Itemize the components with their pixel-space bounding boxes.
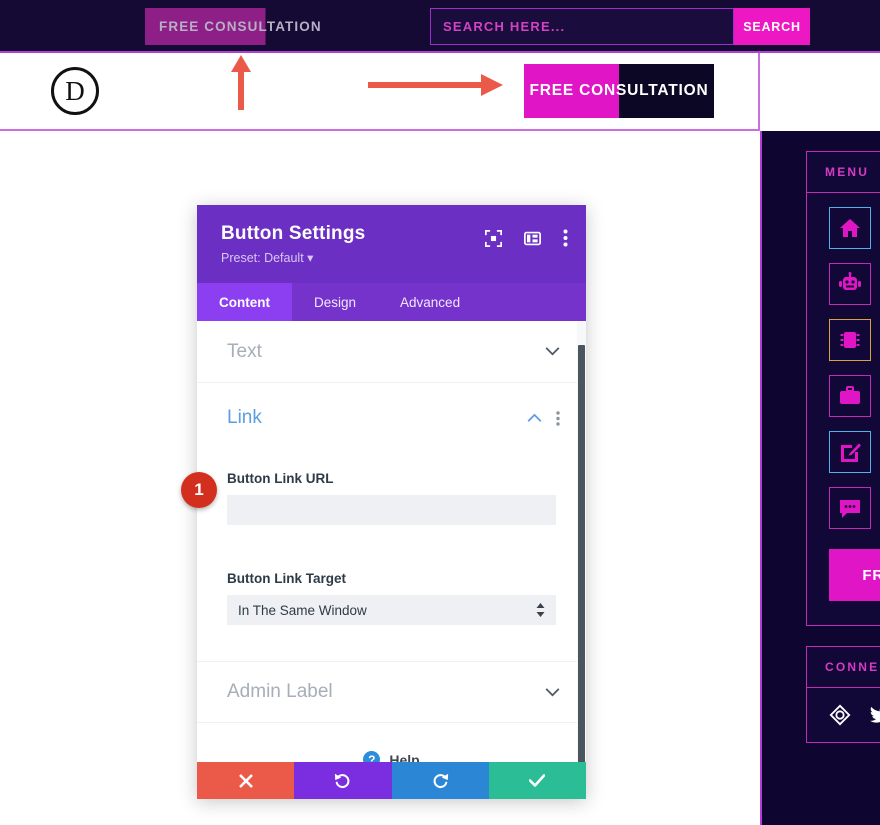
modal-scrollbar-thumb[interactable] bbox=[578, 345, 585, 762]
sidebar-connect-panel: CONNECT bbox=[806, 646, 880, 743]
section-text-label: Text bbox=[227, 340, 262, 362]
dribbble-icon[interactable] bbox=[829, 704, 851, 726]
briefcase-icon bbox=[840, 386, 860, 404]
close-icon bbox=[238, 773, 253, 788]
section-admin-label-label: Admin Label bbox=[227, 681, 333, 702]
cancel-button[interactable] bbox=[197, 762, 295, 799]
check-icon bbox=[529, 774, 546, 787]
preset-label: Preset: Default bbox=[221, 251, 304, 265]
sidebar-connect-title: CONNECT bbox=[807, 647, 880, 688]
search-button[interactable]: SEARCH bbox=[734, 8, 810, 45]
annotation-badge-1: 1 bbox=[181, 472, 217, 508]
field-button-link-target: Button Link Target In The Same Window bbox=[197, 553, 586, 631]
help-question-icon: ? bbox=[363, 751, 381, 762]
field-button-link-url: Button Link URL bbox=[197, 453, 586, 531]
sidebar-item-edit[interactable] bbox=[829, 431, 871, 473]
sidebar-social-list bbox=[807, 688, 880, 742]
button-link-target-value: In The Same Window bbox=[238, 602, 367, 618]
button-link-url-input[interactable] bbox=[227, 495, 556, 525]
sidebar-item-robot[interactable] bbox=[829, 263, 871, 305]
topbar-free-consultation-link[interactable]: FREE CONSULTATION bbox=[145, 8, 336, 45]
section-admin-label[interactable]: Admin Label bbox=[197, 661, 586, 723]
field-spacer-2 bbox=[197, 631, 586, 661]
annotation-arrow-right-icon bbox=[368, 72, 503, 98]
robot-icon bbox=[839, 272, 861, 290]
layout-icon[interactable] bbox=[524, 230, 541, 247]
chevron-down-icon[interactable] bbox=[545, 687, 560, 697]
stepper-arrows-icon bbox=[536, 603, 545, 617]
save-button[interactable] bbox=[488, 762, 586, 799]
edit-icon bbox=[841, 443, 861, 462]
section-link-label: Link bbox=[227, 407, 262, 428]
modal-body: Text Link Button Link URL Button Link Ta… bbox=[197, 321, 586, 762]
more-vertical-icon[interactable] bbox=[563, 229, 568, 247]
logo-letter: D bbox=[65, 75, 85, 106]
modal-header: Button Settings Preset: Default ▾ bbox=[197, 205, 586, 283]
modal-footer bbox=[197, 762, 586, 799]
undo-icon bbox=[335, 773, 350, 789]
chip-icon bbox=[840, 332, 860, 348]
button-link-url-label: Button Link URL bbox=[227, 471, 334, 486]
help-link[interactable]: ? Help bbox=[197, 723, 586, 762]
header-free-consultation-button[interactable]: FREE CONSULTATION bbox=[524, 64, 714, 118]
modal-header-actions bbox=[485, 229, 568, 247]
sidebar-icon-list: FREE bbox=[807, 193, 880, 625]
page-root: FREE CONSULTATION SEARCH D FREE CONSULTA… bbox=[0, 0, 880, 825]
modal-scrollbar-track[interactable] bbox=[577, 321, 586, 762]
undo-button[interactable] bbox=[294, 762, 392, 799]
sidebar-item-home[interactable] bbox=[829, 207, 871, 249]
annotation-arrow-up-icon bbox=[230, 55, 252, 110]
home-icon bbox=[840, 219, 860, 237]
focus-icon[interactable] bbox=[485, 229, 502, 247]
button-settings-modal: Button Settings Preset: Default ▾ Conten… bbox=[197, 205, 586, 799]
sidebar-item-briefcase[interactable] bbox=[829, 375, 871, 417]
button-link-target-label: Button Link Target bbox=[227, 571, 346, 586]
annotation-badge-number: 1 bbox=[194, 480, 204, 499]
sidebar-item-chip[interactable] bbox=[829, 319, 871, 361]
twitter-icon[interactable] bbox=[869, 704, 880, 726]
tab-design[interactable]: Design bbox=[292, 283, 378, 321]
chevron-down-icon[interactable] bbox=[545, 347, 560, 356]
sidebar-free-consultation-button[interactable]: FREE bbox=[829, 549, 880, 601]
section-link-more-icon[interactable] bbox=[556, 410, 560, 426]
chevron-up-icon[interactable] bbox=[527, 413, 542, 423]
search-form: SEARCH bbox=[430, 8, 810, 45]
top-bar: FREE CONSULTATION SEARCH bbox=[0, 0, 880, 53]
chevron-down-icon: ▾ bbox=[307, 251, 314, 265]
redo-icon bbox=[433, 773, 448, 789]
redo-button[interactable] bbox=[391, 762, 489, 799]
field-spacer bbox=[197, 531, 586, 553]
sidebar-menu-title: MENU bbox=[807, 152, 880, 193]
right-sidebar: MENU FR CONNE bbox=[760, 131, 880, 825]
section-text[interactable]: Text bbox=[197, 321, 586, 383]
chat-icon bbox=[840, 500, 860, 518]
help-label: Help bbox=[389, 751, 420, 763]
tab-advanced[interactable]: Advanced bbox=[378, 283, 482, 321]
search-input[interactable] bbox=[430, 8, 734, 45]
tab-content[interactable]: Content bbox=[197, 283, 292, 321]
button-link-target-select[interactable]: In The Same Window bbox=[227, 595, 556, 625]
modal-tabs: Content Design Advanced bbox=[197, 283, 586, 321]
sidebar-menu-panel: MENU FR bbox=[806, 151, 880, 626]
preset-selector[interactable]: Preset: Default ▾ bbox=[221, 250, 566, 265]
divi-logo-icon[interactable]: D bbox=[51, 67, 99, 115]
sidebar-item-chat[interactable] bbox=[829, 487, 871, 529]
section-link[interactable]: Link bbox=[197, 383, 586, 453]
